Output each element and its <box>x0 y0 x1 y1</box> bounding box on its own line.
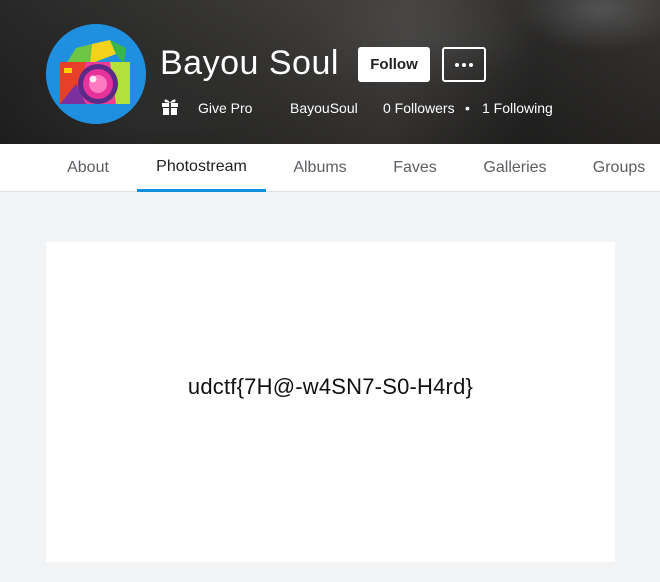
tab-albums[interactable]: Albums <box>280 144 360 192</box>
tab-groups[interactable]: Groups <box>580 144 658 192</box>
gift-icon[interactable] <box>161 96 179 116</box>
photo-card[interactable]: udctf{7H@-w4SN7-S0-H4rd} <box>46 242 615 562</box>
meta-separator: • <box>465 100 470 116</box>
profile-tabs: About Photostream Albums Faves Galleries… <box>0 144 660 192</box>
profile-name: Bayou Soul <box>160 44 339 82</box>
more-options-button[interactable] <box>442 47 486 82</box>
tab-photostream[interactable]: Photostream <box>137 144 266 192</box>
ellipsis-icon <box>455 62 473 67</box>
tab-about[interactable]: About <box>48 144 128 192</box>
followers-count[interactable]: 0 Followers <box>383 100 455 116</box>
tab-galleries[interactable]: Galleries <box>470 144 560 192</box>
avatar[interactable] <box>46 24 146 124</box>
follow-button[interactable]: Follow <box>358 47 430 82</box>
camera-icon <box>46 24 146 124</box>
following-count[interactable]: 1 Following <box>482 100 553 116</box>
give-pro-link[interactable]: Give Pro <box>198 100 252 116</box>
username: BayouSoul <box>290 100 358 116</box>
tab-faves[interactable]: Faves <box>380 144 450 192</box>
photo-text: udctf{7H@-w4SN7-S0-H4rd} <box>187 374 474 399</box>
